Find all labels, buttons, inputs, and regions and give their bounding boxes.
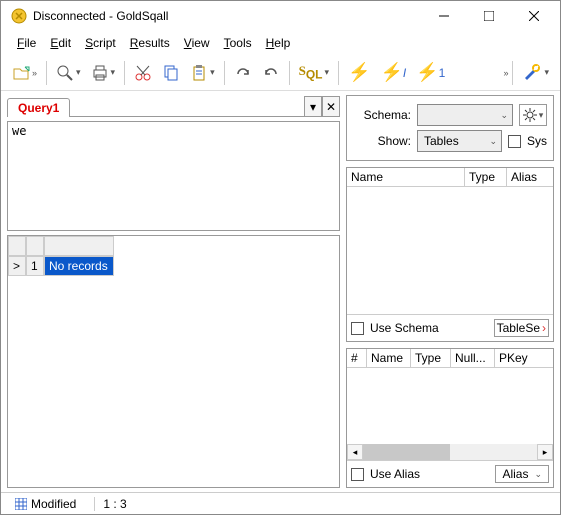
col-null[interactable]: Null... [451,349,495,367]
bolt-icon: ⚡ [380,62,402,83]
menu-script[interactable]: Script [79,34,122,52]
use-schema-checkbox[interactable] [351,322,364,335]
use-alias-checkbox[interactable] [351,468,364,481]
printer-icon [91,64,109,82]
new-sql-button[interactable]: » [7,59,42,87]
columns-list: # Name Type Null... PKey ◂ ▸ Use Alias A… [346,348,554,488]
use-schema-label: Use Schema [370,321,488,335]
minimize-button[interactable] [421,1,466,31]
undo-icon [262,64,280,82]
right-pane: Schema: ⌄ ▾ Show: Tables⌄ Sys Name Type … [346,95,554,488]
col-alias[interactable]: Alias [507,168,553,186]
status-modified: Modified [7,497,84,511]
row-marker: > [8,256,26,276]
maximize-button[interactable] [466,1,511,31]
alias-select[interactable]: Alias⌄ [495,465,549,483]
col-num[interactable]: # [347,349,367,367]
columns-hscroll[interactable]: ◂ ▸ [347,444,553,460]
col-type2[interactable]: Type [411,349,451,367]
folder-arrow-icon [12,64,30,82]
columns-list-body[interactable] [347,368,553,444]
sys-checkbox[interactable] [508,135,521,148]
gear-icon [523,108,537,122]
paste-button[interactable]: ▾ [185,59,220,87]
menu-results[interactable]: Results [124,34,176,52]
close-button[interactable] [511,1,556,31]
bolt-icon: ⚡ [416,62,438,83]
sql-icon: SQL [299,63,323,82]
settings-button[interactable]: ▾ [517,59,554,87]
schema-panel: Schema: ⌄ ▾ Show: Tables⌄ Sys [346,95,554,161]
query-tab[interactable]: Query1 [7,98,70,117]
copy-icon [162,64,180,82]
tables-list-body[interactable] [347,187,553,314]
execute-1-button[interactable]: ⚡1 [411,59,450,87]
show-label: Show: [353,134,411,148]
no-records-cell: No records [44,256,114,276]
use-alias-label: Use Alias [370,467,489,481]
schema-label: Schema: [353,108,411,122]
find-button[interactable]: ▾ [51,59,86,87]
cut-button[interactable] [129,59,157,87]
tables-list: Name Type Alias Use Schema TableSe› [346,167,554,342]
schema-select[interactable]: ⌄ [417,104,513,126]
execute-button[interactable]: ⚡ [343,59,375,87]
toolbar: » ▾ ▾ ▾ SQL▾ ⚡ ⚡I ⚡1 » ▾ [1,55,560,91]
tablese-button[interactable]: TableSe› [494,319,549,337]
menu-help[interactable]: Help [260,34,297,52]
col-type[interactable]: Type [465,168,507,186]
undo-button[interactable] [257,59,285,87]
redo-button[interactable] [229,59,257,87]
schema-settings-button[interactable]: ▾ [519,104,547,126]
window-title: Disconnected - GoldSqall [33,9,421,23]
col-name[interactable]: Name [347,168,465,186]
main-content: Query1 ▾ ✕ we > 1 No records [1,91,560,492]
menu-edit[interactable]: Edit [44,34,77,52]
tab-dropdown-button[interactable]: ▾ [304,96,322,116]
magnifier-icon [56,64,74,82]
col-name2[interactable]: Name [367,349,411,367]
left-pane: Query1 ▾ ✕ we > 1 No records [7,95,340,488]
titlebar: Disconnected - GoldSqall [1,1,560,31]
wrench-screwdriver-icon [522,63,542,83]
menu-file[interactable]: File [11,34,42,52]
col-pkey[interactable]: PKey [495,349,553,367]
toolbar-overflow[interactable]: » [503,68,508,78]
bolt-icon: ⚡ [348,62,370,83]
row-number: 1 [26,256,44,276]
copy-button[interactable] [157,59,185,87]
results-grid[interactable]: > 1 No records [7,235,340,488]
app-icon [11,8,27,24]
show-select[interactable]: Tables⌄ [417,130,502,152]
sql-tool-button[interactable]: SQL▾ [294,59,334,87]
scissors-icon [134,64,152,82]
menu-view[interactable]: View [178,34,216,52]
print-button[interactable]: ▾ [86,59,121,87]
clipboard-icon [190,64,208,82]
redo-icon [234,64,252,82]
menubar: File Edit Script Results View Tools Help [1,31,560,55]
query-tabstrip: Query1 ▾ ✕ [7,95,340,117]
sys-label: Sys [527,134,547,148]
status-position: 1 : 3 [94,497,134,511]
menu-tools[interactable]: Tools [218,34,258,52]
statusbar: Modified 1 : 3 [1,492,560,514]
grid-icon [15,498,27,510]
tab-close-button[interactable]: ✕ [322,96,340,116]
sql-editor[interactable]: we [7,121,340,231]
execute-i-button[interactable]: ⚡I [375,59,411,87]
